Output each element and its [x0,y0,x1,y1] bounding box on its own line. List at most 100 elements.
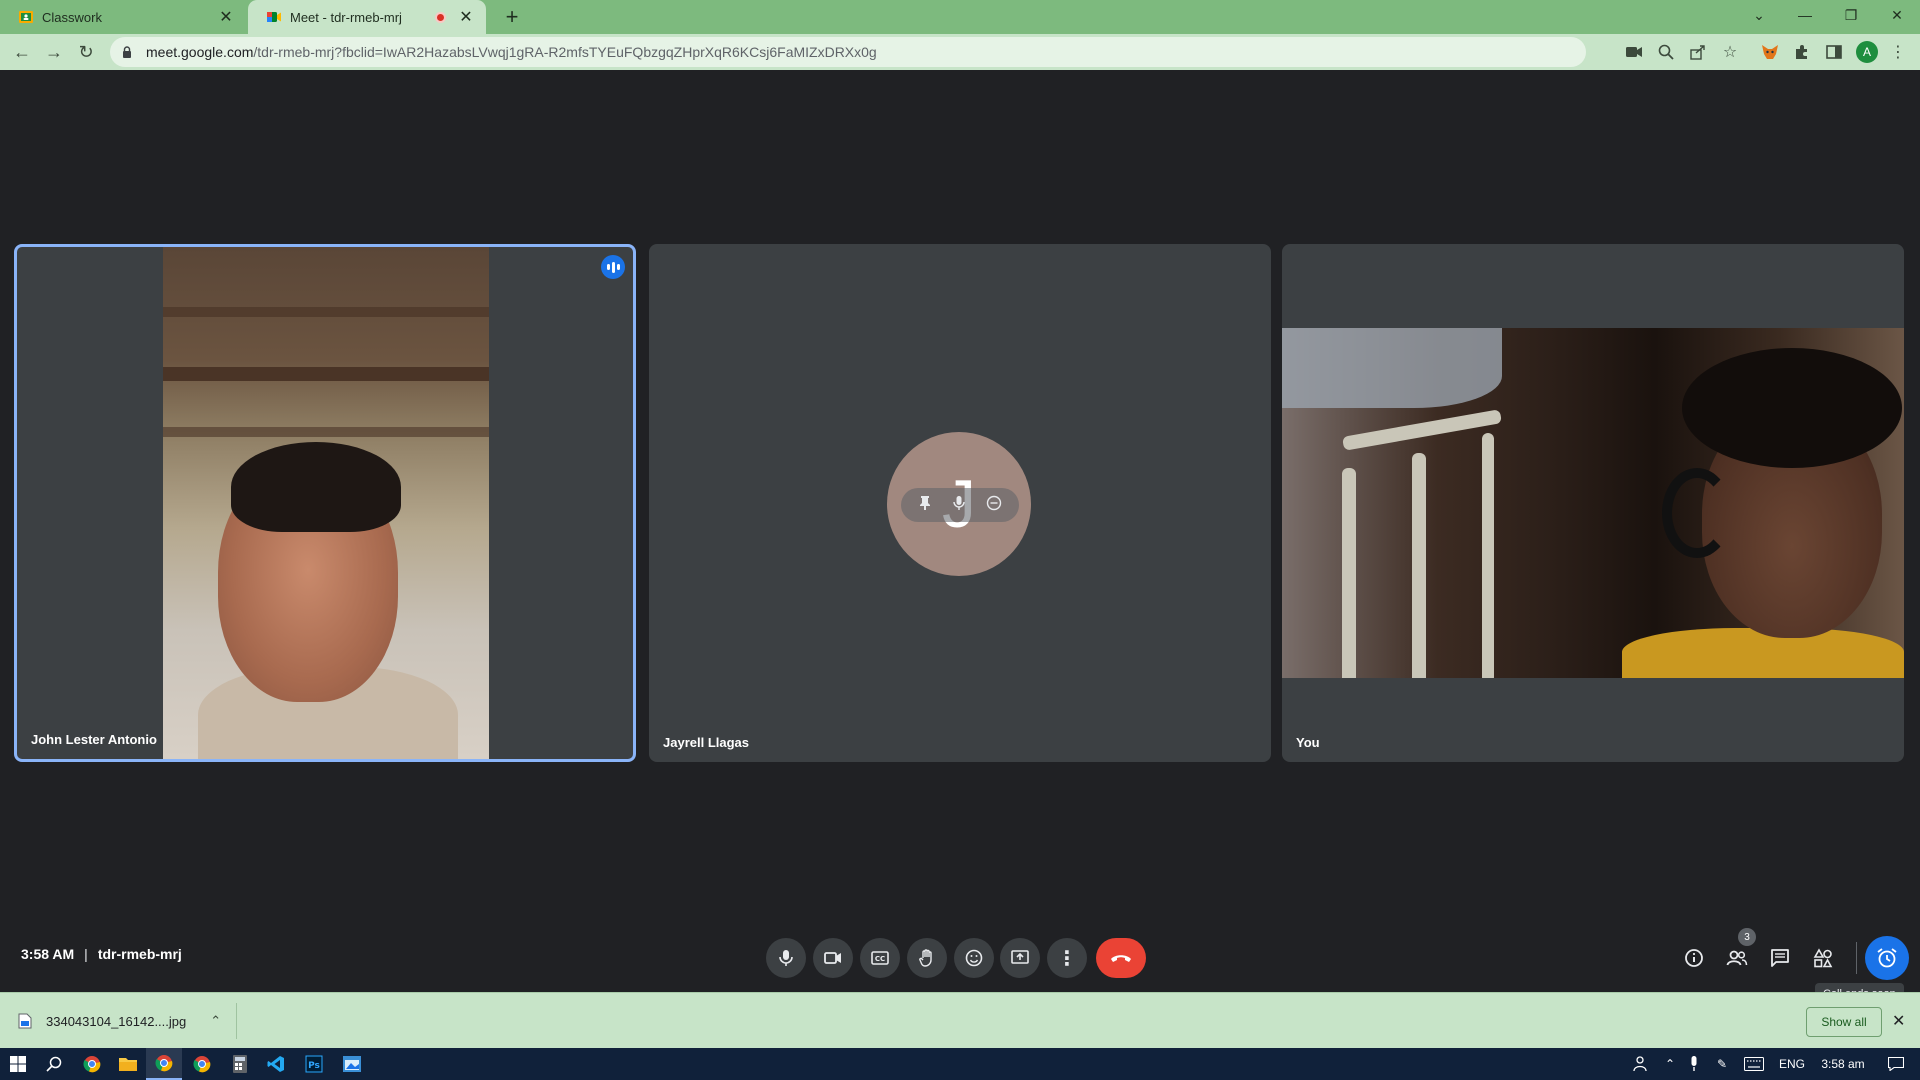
timer-button[interactable] [1865,936,1909,980]
pen-tray-icon[interactable]: ✎ [1710,1048,1734,1080]
tab-search-icon[interactable]: ⌄ [1736,0,1782,30]
back-icon[interactable]: ← [10,40,34,64]
mic-icon [779,950,793,966]
captions-button[interactable]: CC [860,938,900,978]
participant-tile[interactable]: John Lester Antonio [14,244,636,762]
captions-icon: CC [871,951,889,965]
share-icon[interactable] [1688,42,1708,62]
participant-name: John Lester Antonio [31,732,157,747]
people-tray-icon[interactable] [1626,1048,1654,1080]
info-icon [1685,949,1703,967]
close-icon[interactable]: ✕ [1892,1011,1905,1031]
input-language[interactable]: ENG [1774,1048,1810,1080]
download-file-name: 334043104_16142....jpg [46,1013,187,1029]
extensions-puzzle-icon[interactable] [1792,42,1812,62]
svg-text:Ps: Ps [308,1061,320,1071]
browser-toolbar: ← → ↻ meet.google.com/tdr-rmeb-mrj?fbcli… [0,34,1920,70]
present-icon [1011,950,1029,964]
download-shelf: 334043104_16142....jpg ⌃ Show all ✕ [0,992,1920,1048]
chat-icon [1771,949,1789,967]
tab-title: Meet - tdr-rmeb-mrj [290,9,402,25]
participant-tile-self[interactable]: You [1282,244,1904,762]
present-screen-button[interactable] [1000,938,1040,978]
google-meet-icon [266,9,282,25]
chevron-up-icon[interactable]: ⌃ [1658,1048,1682,1080]
download-item[interactable]: 334043104_16142....jpg ⌃ [18,1005,221,1037]
windows-start-icon[interactable] [0,1048,36,1080]
forward-icon[interactable]: → [42,40,66,64]
reactions-button[interactable] [954,938,994,978]
download-divider [236,1003,237,1039]
self-video [1282,328,1904,678]
chrome-icon[interactable] [184,1048,220,1080]
bookmark-star-icon[interactable]: ☆ [1720,42,1740,62]
browser-tab-strip: Classwork ✕ Meet - tdr-rmeb-mrj ✕ + ⌄ — … [0,0,1920,34]
close-tab-icon[interactable]: ✕ [218,7,234,27]
more-options-button[interactable]: ⋮ [1047,938,1087,978]
keyboard-icon[interactable] [1738,1048,1770,1080]
url-host: meet.google.com [146,44,254,60]
close-window-icon[interactable]: ✕ [1874,0,1920,30]
activities-button[interactable] [1803,938,1843,978]
side-panel-icon[interactable] [1824,42,1844,62]
address-bar[interactable]: meet.google.com/tdr-rmeb-mrj?fbclid=IwAR… [110,37,1586,67]
remove-icon[interactable] [986,495,1002,516]
restore-icon[interactable]: ❐ [1828,0,1874,30]
participant-video [163,247,489,759]
tab-classwork[interactable]: Classwork ✕ [0,0,246,34]
camera-button[interactable] [813,938,853,978]
controls-divider [1856,942,1857,974]
reload-icon[interactable]: ↻ [74,40,98,64]
microphone-button[interactable] [766,938,806,978]
more-vert-icon: ⋮ [1057,947,1077,970]
hand-icon [919,949,932,967]
taskbar-clock[interactable]: 3:58 am [1814,1048,1872,1080]
leave-call-button[interactable] [1096,938,1146,978]
tab-title: Classwork [42,9,102,25]
file-explorer-icon[interactable] [110,1048,146,1080]
meeting-code: tdr-rmeb-mrj [97,946,182,962]
tab-meet[interactable]: Meet - tdr-rmeb-mrj ✕ [248,0,486,34]
activities-icon [1813,948,1833,968]
microphone-tray-icon[interactable] [1682,1048,1706,1080]
close-tab-icon[interactable]: ✕ [458,7,474,27]
meeting-time: 3:58 AM [21,946,75,962]
meeting-details-button[interactable] [1674,938,1714,978]
search-icon[interactable] [36,1048,72,1080]
image-file-icon [18,1013,32,1029]
raise-hand-button[interactable] [907,938,947,978]
emoji-icon [965,949,983,967]
chrome-icon[interactable] [146,1048,182,1080]
chat-button[interactable] [1760,938,1800,978]
camera-icon [824,952,841,964]
new-tab-button[interactable]: + [500,4,524,30]
mic-icon[interactable] [953,495,965,516]
metamask-extension-icon[interactable] [1760,42,1780,62]
photoshop-icon[interactable]: Ps [296,1048,332,1080]
windows-taskbar: Ps ⌃ ✎ ENG 3:58 am [0,1048,1920,1080]
zoom-icon[interactable] [1656,42,1676,62]
meet-stage: John Lester Antonio J Jayrell Llagas [0,70,1920,1005]
tile-hover-controls [901,488,1019,522]
show-all-button[interactable]: Show all [1806,1007,1882,1037]
lock-icon [122,46,136,58]
pin-icon[interactable] [918,495,932,516]
profile-avatar[interactable]: A [1856,41,1878,63]
camera-in-use-icon[interactable] [1624,42,1644,62]
classroom-icon [18,9,34,25]
url-path: /tdr-rmeb-mrj?fbclid=IwAR2HazabsLVwqj1gR… [253,44,877,60]
chevron-up-icon[interactable]: ⌃ [210,1013,221,1029]
people-count-badge: 3 [1738,928,1756,946]
participant-tile[interactable]: J Jayrell Llagas [649,244,1271,762]
chrome-icon[interactable] [74,1048,110,1080]
speaking-indicator-icon [601,255,625,279]
recording-indicator-icon [435,11,446,23]
meeting-info-separator: | [84,946,88,962]
end-call-icon [1111,955,1131,962]
calculator-icon[interactable] [222,1048,258,1080]
chrome-menu-icon[interactable]: ⋮ [1888,42,1908,62]
minimize-icon[interactable]: — [1782,0,1828,30]
notifications-icon[interactable] [1876,1048,1916,1080]
app-window-icon[interactable] [334,1048,370,1080]
vscode-icon[interactable] [258,1048,294,1080]
